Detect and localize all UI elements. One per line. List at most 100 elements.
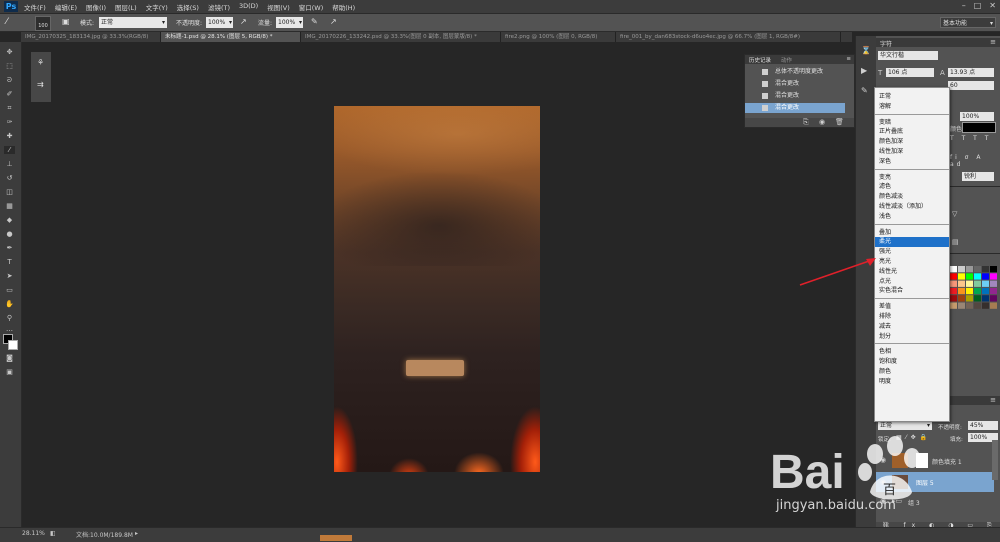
brush-presets-icon[interactable]: ⚘ bbox=[37, 58, 44, 67]
maximize-button[interactable]: □ bbox=[974, 1, 982, 10]
blend-mode-option[interactable]: 叠加 bbox=[879, 228, 891, 237]
shape-tool-icon[interactable]: ▭ bbox=[4, 286, 15, 294]
tab-actions[interactable]: 动作 bbox=[781, 56, 792, 64]
color-swatch[interactable] bbox=[958, 302, 965, 309]
zoom-tool-icon[interactable]: ⚲ bbox=[4, 314, 15, 322]
menu-edit[interactable]: 编辑(E) bbox=[55, 2, 77, 12]
more-tools-icon[interactable]: … bbox=[4, 325, 15, 333]
quick-select-tool-icon[interactable]: ✐ bbox=[4, 90, 15, 98]
color-swatch[interactable] bbox=[982, 295, 989, 302]
color-swatch[interactable] bbox=[966, 302, 973, 309]
color-swatch[interactable] bbox=[966, 266, 973, 273]
tab-doc-3[interactable]: IMG_20170226_133242.psd @ 33.3%(图层 0 副本,… bbox=[301, 32, 501, 42]
layer-blend-mode-select[interactable]: 正常 ▾ bbox=[878, 421, 932, 430]
blend-mode-option[interactable]: 线性加深 bbox=[879, 147, 903, 156]
color-swatch[interactable] bbox=[990, 295, 997, 302]
color-swatch[interactable] bbox=[974, 295, 981, 302]
color-swatch[interactable] bbox=[982, 280, 989, 287]
eraser-tool-icon[interactable]: ◫ bbox=[4, 188, 15, 196]
menu-file[interactable]: 文件(F) bbox=[24, 2, 46, 12]
color-swatch[interactable] bbox=[966, 287, 973, 295]
blend-mode-option[interactable]: 明度 bbox=[879, 377, 891, 386]
blend-mode-option[interactable]: 划分 bbox=[879, 332, 891, 341]
blend-mode-option[interactable]: 亮光 bbox=[879, 257, 891, 266]
blend-mode-option[interactable]: 色相 bbox=[879, 347, 891, 356]
blend-mode-option[interactable]: 变亮 bbox=[879, 173, 891, 182]
color-swatch[interactable] bbox=[990, 302, 997, 309]
crop-tool-icon[interactable]: ⌗ bbox=[4, 104, 15, 112]
blend-mode-option[interactable]: 溶解 bbox=[879, 102, 891, 111]
brush-tool-icon[interactable]: ⁄ bbox=[4, 146, 15, 154]
blend-mode-option[interactable]: 深色 bbox=[879, 157, 891, 166]
blend-mode-option[interactable]: 饱和度 bbox=[879, 357, 897, 366]
blend-mode-option[interactable]: 正常 bbox=[879, 92, 891, 101]
tab-doc-5[interactable]: fire_001_by_dan683stock-d6uo4ec.jpg @ 66… bbox=[616, 32, 841, 42]
screen-mode-icon[interactable]: ▣ bbox=[4, 368, 15, 376]
blend-mode-option[interactable]: 颜色 bbox=[879, 367, 891, 376]
color-swatch[interactable] bbox=[974, 266, 981, 273]
menu-layer[interactable]: 图层(L) bbox=[115, 2, 137, 12]
color-swatch[interactable] bbox=[958, 287, 965, 295]
stamp-tool-icon[interactable]: ⊥ bbox=[4, 160, 15, 168]
blend-mode-option[interactable]: 差值 bbox=[879, 302, 891, 311]
swatches-grid[interactable] bbox=[950, 266, 998, 310]
history-brush-icon[interactable]: ↺ bbox=[4, 174, 15, 182]
tab-doc-1[interactable]: IMG_20170325_183134.jpg @ 33.3%(RGB/8) bbox=[21, 32, 161, 42]
color-swatch[interactable] bbox=[950, 302, 957, 309]
color-swatch[interactable] bbox=[966, 273, 973, 280]
blend-mode-option[interactable]: 排除 bbox=[879, 312, 891, 321]
color-swatch[interactable] bbox=[950, 295, 957, 302]
tab-doc-4[interactable]: fire2.png @ 100% (图层 0, RGB/8) bbox=[501, 32, 616, 42]
blend-mode-option[interactable]: 浅色 bbox=[879, 212, 891, 221]
blend-mode-option[interactable]: 点光 bbox=[879, 277, 891, 286]
menu-help[interactable]: 帮助(H) bbox=[332, 2, 355, 12]
blend-mode-option[interactable]: 变暗 bbox=[879, 118, 891, 127]
blend-mode-option[interactable]: 减去 bbox=[879, 322, 891, 331]
history-item[interactable]: 混合更改 bbox=[745, 91, 845, 101]
text-style-buttons[interactable]: T T T T bbox=[950, 135, 998, 144]
blend-mode-option[interactable]: 正片叠底 bbox=[879, 127, 903, 136]
panel-menu-icon[interactable]: ≡ bbox=[990, 396, 996, 404]
blend-mode-option[interactable]: 强光 bbox=[879, 247, 891, 256]
color-swatch[interactable] bbox=[990, 287, 997, 295]
text-feature-buttons[interactable]: fi σ A ad bbox=[950, 154, 998, 168]
adjustment-icon[interactable]: ▤ bbox=[952, 238, 959, 246]
type-tool-icon[interactable]: T bbox=[4, 258, 15, 266]
actions-panel-icon[interactable]: ▶ bbox=[861, 66, 867, 75]
color-swatch[interactable] bbox=[966, 280, 973, 287]
history-item[interactable]: 总体不透明度更改 bbox=[745, 67, 845, 77]
color-swatch[interactable] bbox=[958, 273, 965, 280]
color-swatch[interactable] bbox=[990, 273, 997, 280]
history-panel-icon[interactable]: ⌛ bbox=[861, 46, 871, 55]
color-swatch[interactable] bbox=[958, 280, 965, 287]
layer-opacity-input[interactable]: 45% bbox=[968, 421, 998, 430]
menu-window[interactable]: 窗口(W) bbox=[299, 2, 324, 12]
menu-view[interactable]: 视图(V) bbox=[267, 2, 290, 12]
leading-input[interactable]: 13.93 点 bbox=[948, 68, 994, 77]
blend-mode-option[interactable]: 柔光 bbox=[879, 237, 891, 246]
move-tool-icon[interactable]: ✥ bbox=[4, 48, 15, 56]
blend-mode-option[interactable]: 颜色减淡 bbox=[879, 192, 903, 201]
blend-mode-option[interactable]: 线性减淡（添加） bbox=[879, 202, 927, 211]
status-arrow-icon[interactable]: ▸ bbox=[135, 530, 138, 537]
pressure-size-icon[interactable]: ↗ bbox=[330, 17, 337, 26]
color-swatch[interactable] bbox=[974, 273, 981, 280]
color-swatch[interactable] bbox=[974, 287, 981, 295]
brush-panel-icon[interactable]: ✎ bbox=[861, 86, 868, 95]
horizontal-scale-input[interactable]: 100% bbox=[960, 112, 994, 121]
tab-character[interactable]: 字符 bbox=[880, 39, 892, 48]
menu-type[interactable]: 文字(Y) bbox=[146, 2, 168, 12]
menu-select[interactable]: 选择(S) bbox=[177, 2, 199, 12]
color-swatch[interactable] bbox=[950, 266, 957, 273]
history-item-selected[interactable]: 混合更改 bbox=[745, 103, 845, 113]
mode-select[interactable]: 正常 ▾ bbox=[99, 17, 167, 28]
color-swatch[interactable] bbox=[966, 295, 973, 302]
text-color-swatch[interactable] bbox=[962, 122, 996, 133]
brush-preset-picker[interactable]: 100 bbox=[35, 16, 51, 31]
blend-mode-option[interactable]: 滤色 bbox=[879, 182, 891, 191]
hand-tool-icon[interactable]: ✋ bbox=[4, 300, 15, 308]
panel-menu-icon[interactable]: ≡ bbox=[990, 38, 996, 46]
color-swatch[interactable] bbox=[990, 266, 997, 273]
quick-mask-icon[interactable]: ◙ bbox=[4, 354, 15, 362]
lasso-tool-icon[interactable]: ᘐ bbox=[4, 76, 15, 84]
